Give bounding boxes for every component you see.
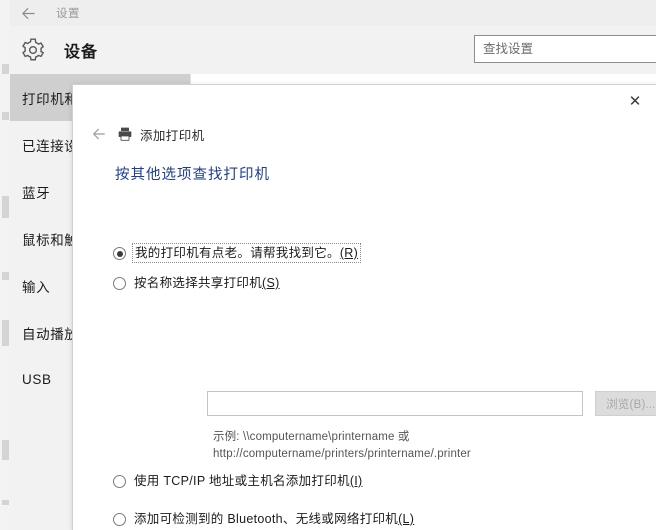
example-path-text: 示例: \\computername\printername 或 http://… [213,429,471,463]
radio-label-old-printer: 我的打印机有点老。请帮我找到它。(R) [131,243,362,263]
radio-label-bluetooth-wireless: 添加可检测到的 Bluetooth、无线或网络打印机(L) [134,512,415,526]
radio-button-old-printer[interactable] [113,247,126,260]
printer-icon [118,127,132,141]
sidebar-item-label: 输入 [22,279,51,295]
sidebar-item-label: USB [22,372,52,387]
back-arrow-icon[interactable] [10,0,46,26]
browse-button[interactable]: 浏览(B)... [594,391,656,416]
settings-titlebar-label: 设置 [56,8,80,20]
dialog-title-bar: ✕ [73,85,656,117]
settings-header: 设备 [10,26,656,74]
radio-button-tcpip[interactable] [113,475,126,488]
close-icon[interactable]: ✕ [613,85,656,117]
radio-label-shared-printer: 按名称选择共享打印机(S) [134,276,280,290]
radio-option-tcpip[interactable]: 使用 TCP/IP 地址或主机名添加打印机(I) [113,473,643,489]
printer-options-upper: 我的打印机有点老。请帮我找到它。(R) 按名称选择共享打印机(S) [113,243,643,305]
sidebar-item-label: 自动播放 [22,326,79,342]
dialog-heading: 按其他选项查找打印机 [115,167,270,183]
radio-button-bluetooth-wireless[interactable] [113,513,126,526]
back-arrow-icon[interactable] [83,121,115,147]
radio-option-old-printer[interactable]: 我的打印机有点老。请帮我找到它。(R) [113,243,643,263]
settings-content-area: 打印机和扫描仪 已连接设备 蓝牙 鼠标和触摸板 输入 自动播放 USB [10,74,656,530]
add-printer-dialog: ✕ 添加打印机 按其他选项查找打印机 我的打印机有点老。请帮我找到它。(R) 按… [72,84,656,530]
radio-option-bluetooth-wireless[interactable]: 添加可检测到的 Bluetooth、无线或网络打印机(L) [113,511,643,527]
search-box[interactable] [474,35,656,63]
radio-button-shared-printer[interactable] [113,277,126,290]
settings-window: 设置 设备 打印机和扫描仪 已连接设备 蓝牙 鼠标和触摸板 [10,0,656,530]
radio-option-shared-printer[interactable]: 按名称选择共享打印机(S) [113,275,643,291]
dialog-title: 添加打印机 [140,128,205,143]
sidebar-item-label: 蓝牙 [22,185,51,201]
settings-title-bar: 设置 [10,0,656,26]
example-line-1: 示例: \\computername\printername 或 [213,431,410,443]
page-title: 设备 [64,44,99,61]
shared-printer-row: 浏览(B)... [207,391,656,416]
printer-options-lower: 使用 TCP/IP 地址或主机名添加打印机(I) 添加可检测到的 Bluetoo… [113,473,643,530]
dialog-nav-row: 添加打印机 [73,117,656,151]
gear-icon [22,38,45,61]
radio-label-tcpip: 使用 TCP/IP 地址或主机名添加打印机(I) [134,474,363,488]
search-input[interactable] [474,35,656,63]
example-line-2: http://computername/printers/printername… [213,448,471,460]
printer-name-input[interactable] [207,391,583,416]
